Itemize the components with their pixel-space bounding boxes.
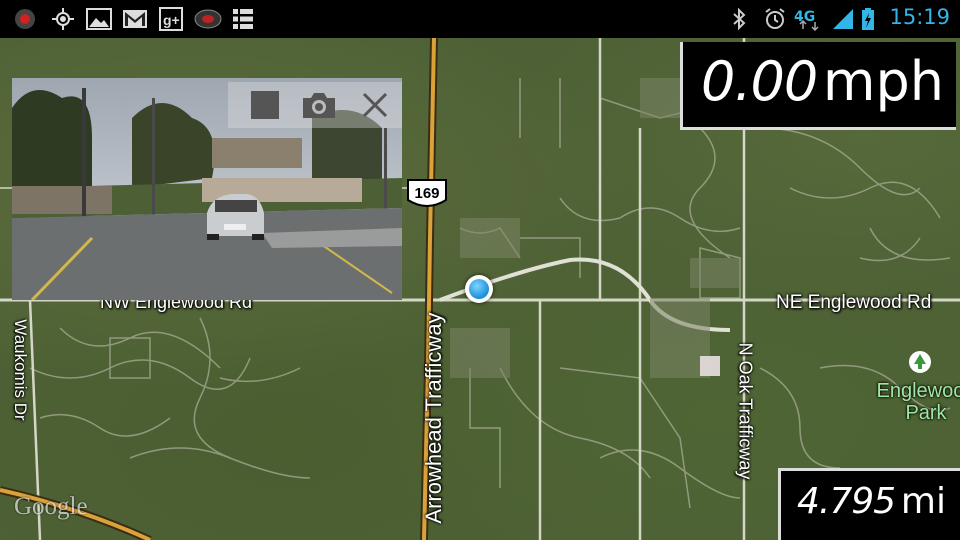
signal-icon (830, 7, 856, 31)
road-label-waukomis: Waukomis Dr (11, 319, 30, 421)
stop-recording-button[interactable] (246, 86, 284, 124)
distance-display: 4.795 mi (778, 468, 960, 540)
bluetooth-icon (726, 7, 752, 31)
route-shield: 169 (406, 178, 448, 212)
list-icon[interactable] (230, 7, 256, 31)
dashcam-app-icon[interactable] (194, 7, 222, 31)
camera-icon (303, 93, 335, 118)
current-location-marker[interactable] (465, 275, 493, 303)
alarm-icon (762, 7, 788, 31)
status-clock: 15:19 (889, 5, 950, 29)
distance-value: 4.795 (797, 481, 896, 522)
route-shield-number: 169 (414, 185, 440, 202)
speed-value: 0.00 (701, 50, 818, 113)
park-label: Englewood Park (876, 380, 960, 424)
battery-charging-icon (858, 7, 878, 31)
speed-display: 0.00 mph (680, 42, 956, 130)
take-photo-button[interactable] (300, 86, 338, 124)
road-label-oak: N Oak Trafficway (735, 342, 756, 480)
close-icon (362, 92, 388, 118)
road-label-ne-englewood: NE Englewood Rd (776, 292, 932, 313)
svg-text:g+: g+ (163, 12, 180, 28)
google-plus-icon[interactable]: g+ (158, 7, 184, 31)
camera-controls (228, 82, 402, 128)
distance-unit: mi (900, 481, 946, 522)
gallery-icon[interactable] (86, 7, 112, 31)
4g-lte-icon: 4G (794, 7, 828, 31)
gmail-icon[interactable] (122, 7, 148, 31)
road-label-arrowhead: Arrowhead Trafficway (421, 312, 446, 524)
camera-preview[interactable] (12, 78, 402, 300)
speed-unit: mph (822, 50, 944, 113)
record-icon[interactable] (12, 7, 38, 31)
close-camera-button[interactable] (356, 86, 394, 124)
stop-icon (251, 91, 279, 119)
google-attribution: Google (14, 493, 88, 520)
gps-icon[interactable] (50, 7, 76, 31)
status-bar: g+ 4G 15:19 (0, 0, 960, 38)
